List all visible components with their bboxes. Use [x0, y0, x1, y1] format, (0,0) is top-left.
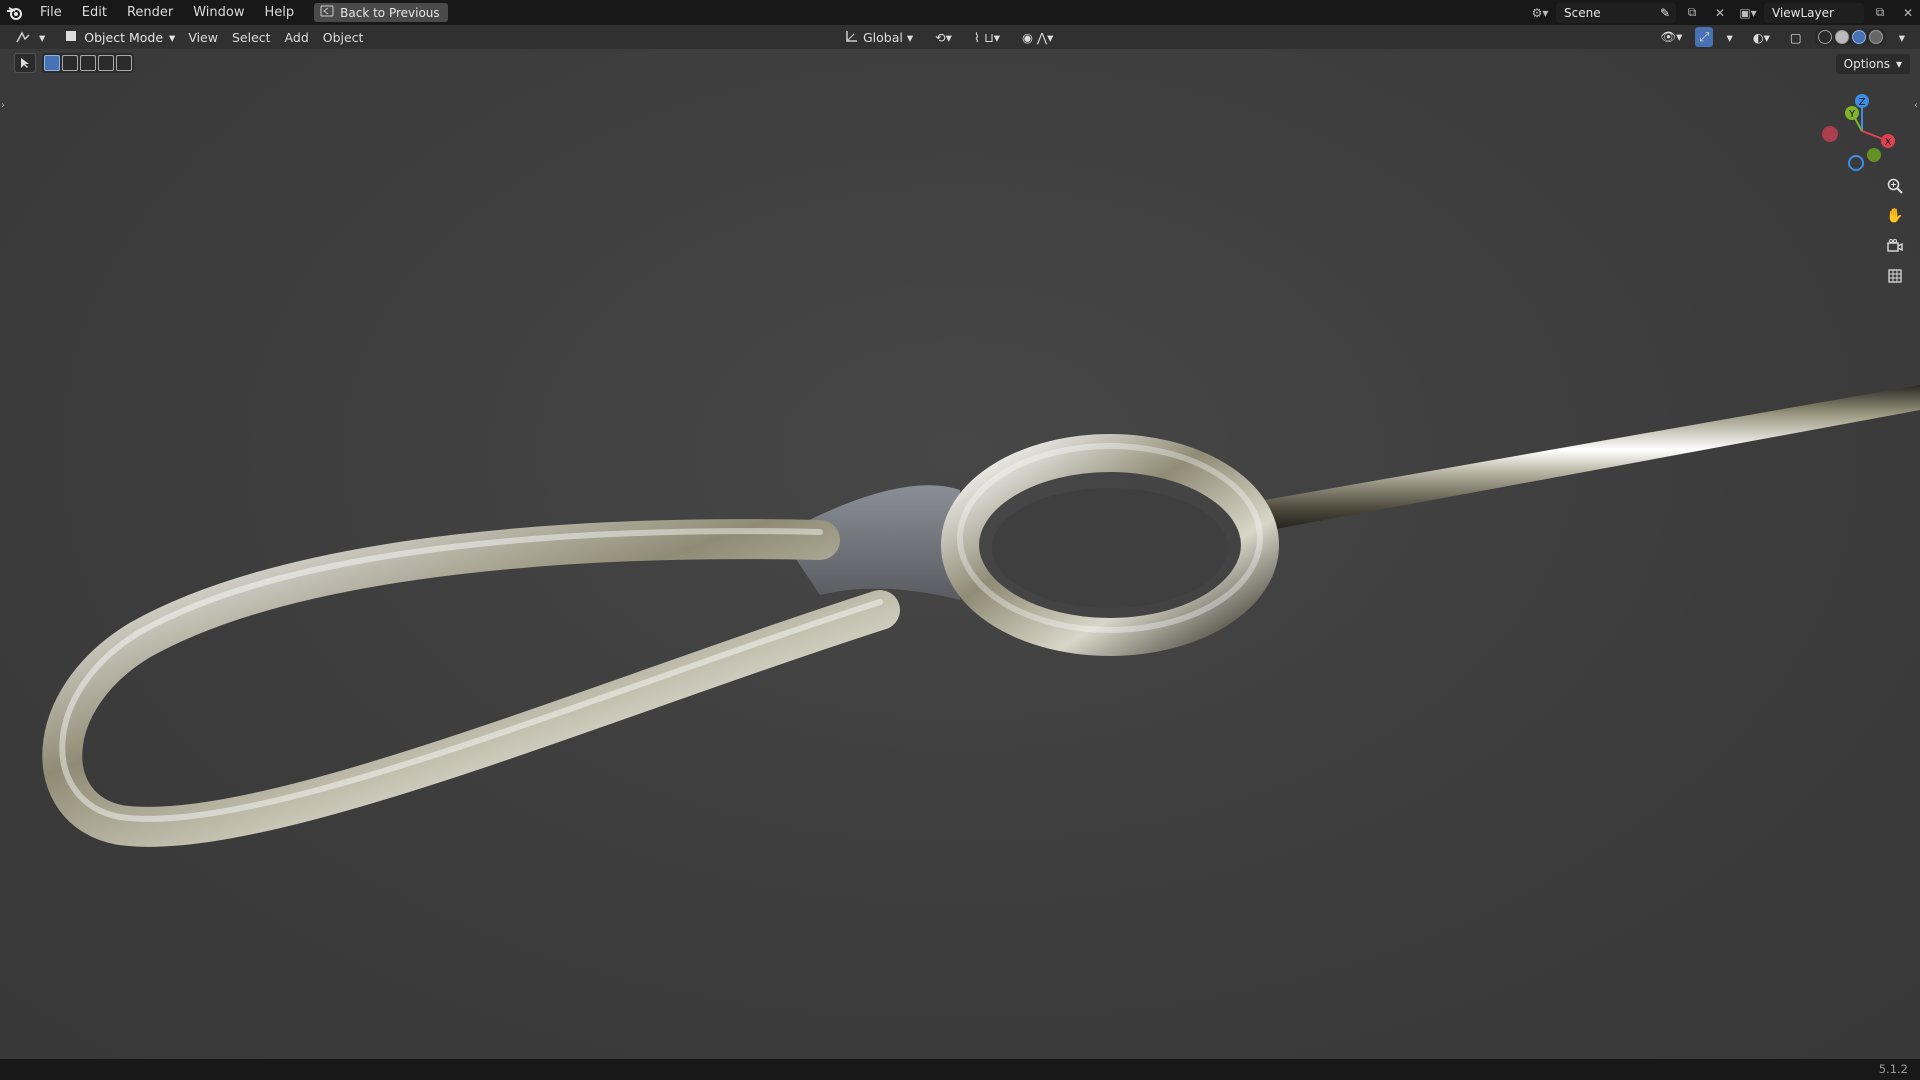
metal-wire-object[interactable]: [0, 49, 1920, 1059]
menu-add[interactable]: Add: [278, 27, 316, 47]
orientation-icon: [845, 29, 859, 46]
viewport-header: ▾ Object Mode ▾ View Select Add Object G…: [0, 25, 1920, 49]
scene-selector-icon[interactable]: ⚙▾: [1528, 3, 1552, 23]
camera-icon[interactable]: [1882, 233, 1908, 259]
axis-neg-y-icon[interactable]: [1867, 148, 1881, 162]
pan-hand-icon[interactable]: ✋: [1882, 203, 1908, 229]
chevron-down-icon: ▾: [1895, 57, 1902, 71]
pivot-icon[interactable]: ⟲▾: [928, 27, 959, 47]
wireframe-icon[interactable]: [1817, 30, 1832, 44]
large-loop-highlight: [59, 528, 883, 822]
chevron-down-icon: ▾: [169, 29, 176, 45]
selection-mode-group: [42, 53, 134, 73]
3d-viewport[interactable]: › ‹ Z X Y ✋: [0, 49, 1920, 1059]
view-layer-field[interactable]: ViewLayer: [1764, 2, 1864, 23]
select-tool-icon[interactable]: [14, 53, 36, 73]
transform-controls: Global ▾ ⟲▾ ⌇ ⊔▾ ◉ ⋀▾: [838, 27, 1060, 47]
svg-text:Y: Y: [1848, 109, 1856, 120]
xray-icon[interactable]: ▢: [1783, 27, 1809, 47]
svg-text:X: X: [1885, 137, 1892, 148]
status-bar: 5.1.2: [0, 1059, 1920, 1080]
editor-type-icon[interactable]: ▾: [8, 27, 52, 47]
axis-neg-z-icon[interactable]: [1848, 155, 1864, 171]
topbar-right: ⚙▾ Scene ✎ ⧉ ✕ ▣▾ ViewLayer ⧉ ✕: [1528, 0, 1920, 25]
top-menu-bar: File Edit Render Window Help Back to Pre…: [0, 0, 1920, 25]
visibility-icon[interactable]: 👁▾: [1653, 27, 1689, 47]
ring-hole: [992, 488, 1228, 608]
blender-logo-icon[interactable]: [0, 0, 30, 25]
object-mode-label: Object Mode: [84, 29, 164, 45]
shading-mode-group: [1814, 29, 1886, 45]
object-mode-dropdown[interactable]: Object Mode ▾: [58, 27, 181, 47]
tool-settings-row: [14, 53, 134, 73]
axis-neg-x-icon[interactable]: [1822, 126, 1838, 142]
menu-help[interactable]: Help: [255, 0, 305, 25]
pin-icon[interactable]: ✎: [1660, 6, 1670, 20]
menu-render[interactable]: Render: [117, 0, 183, 25]
select-extend-icon[interactable]: [62, 55, 78, 71]
menu-select[interactable]: Select: [225, 27, 278, 47]
solid-icon[interactable]: [1834, 30, 1849, 44]
select-subtract-icon[interactable]: [80, 55, 96, 71]
new-scene-icon[interactable]: ⧉: [1680, 3, 1704, 23]
grid-icon[interactable]: [1882, 263, 1908, 289]
gizmo-icon[interactable]: ⤢: [1695, 27, 1714, 47]
wire-shaft: [1265, 385, 1920, 530]
menu-window[interactable]: Window: [183, 0, 254, 25]
gizmo-dropdown-icon[interactable]: ▾: [1719, 27, 1739, 47]
shading-dropdown-icon[interactable]: ▾: [1892, 27, 1912, 47]
large-loop: [42, 519, 900, 847]
snap-icon[interactable]: ⌇ ⊔▾: [967, 27, 1007, 47]
back-to-previous-button[interactable]: Back to Previous: [314, 3, 448, 22]
back-icon: [320, 5, 334, 20]
select-invert-icon[interactable]: [98, 55, 114, 71]
object-mode-icon: [64, 29, 78, 46]
viewport-header-right: 👁▾ ⤢ ▾ ◐▾ ▢ ▾: [1653, 27, 1912, 47]
menu-object[interactable]: Object: [316, 27, 371, 47]
delete-view-layer-icon[interactable]: ✕: [1896, 3, 1920, 23]
options-label: Options: [1843, 57, 1890, 71]
delete-scene-icon[interactable]: ✕: [1708, 3, 1732, 23]
material-icon[interactable]: [1851, 30, 1866, 44]
rendered-icon[interactable]: [1868, 30, 1883, 44]
proportional-icon[interactable]: ◉ ⋀▾: [1015, 27, 1060, 47]
view-layer-name: ViewLayer: [1772, 5, 1834, 20]
navigation-gizmo[interactable]: Z X Y: [1822, 91, 1902, 171]
overlay-icon[interactable]: ◐▾: [1746, 27, 1777, 47]
zoom-icon[interactable]: [1882, 173, 1908, 199]
menu-view[interactable]: View: [181, 27, 225, 47]
menu-file[interactable]: File: [30, 0, 72, 25]
menu-edit[interactable]: Edit: [72, 0, 117, 25]
new-view-layer-icon[interactable]: ⧉: [1868, 3, 1892, 23]
select-intersect-icon[interactable]: [116, 55, 132, 71]
scene-name: Scene: [1564, 5, 1601, 20]
sidebar-toggle-icon[interactable]: ‹: [1914, 100, 1918, 111]
orientation-label: Global: [863, 29, 903, 45]
options-dropdown[interactable]: Options ▾: [1835, 54, 1910, 74]
svg-text:Z: Z: [1859, 97, 1866, 108]
toolbar-toggle-icon[interactable]: ›: [1, 100, 5, 111]
orientation-dropdown[interactable]: Global ▾: [838, 27, 920, 47]
scene-field[interactable]: Scene ✎: [1556, 2, 1676, 23]
chevron-down-icon: ▾: [906, 29, 914, 45]
view-layer-selector-icon[interactable]: ▣▾: [1736, 3, 1760, 23]
back-to-previous-label: Back to Previous: [340, 5, 440, 20]
select-new-icon[interactable]: [44, 55, 60, 71]
version-label: 5.1.2: [1878, 1062, 1908, 1076]
